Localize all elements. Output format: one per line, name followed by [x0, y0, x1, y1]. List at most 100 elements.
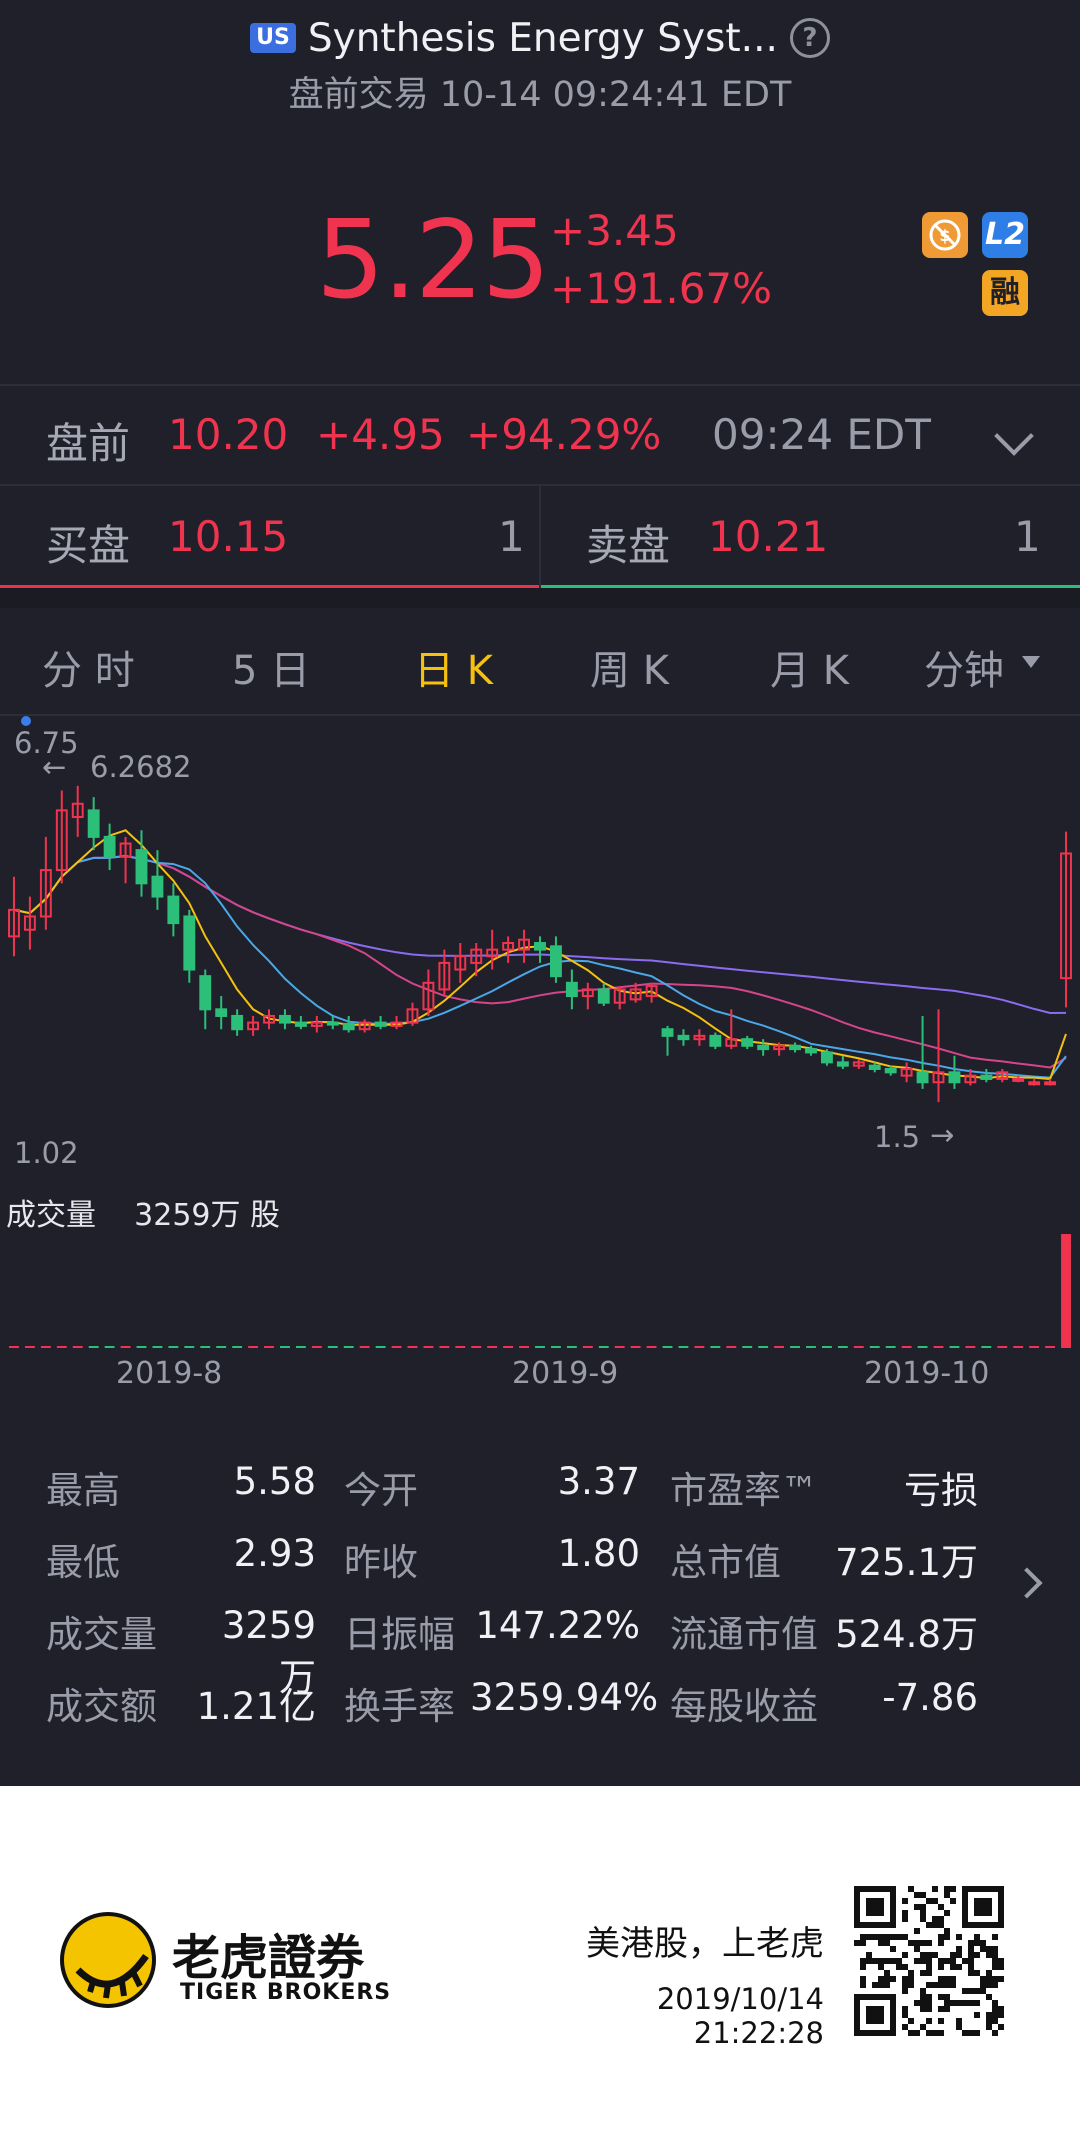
qr-module	[938, 1904, 944, 1910]
margin-badge[interactable]: 融	[982, 270, 1028, 316]
qr-module	[956, 1934, 962, 1940]
candle-body	[741, 1038, 754, 1047]
qr-module	[938, 2018, 944, 2024]
candle-body	[820, 1051, 833, 1064]
volume-bar	[806, 1346, 816, 1348]
qr-module	[866, 1934, 872, 1940]
candlestick-chart-svg[interactable]	[0, 714, 1080, 1374]
qr-module	[968, 1970, 974, 1976]
ask-price: 10.21	[708, 512, 829, 561]
stat-label: 换手率	[344, 1685, 455, 1728]
stat-value: 5.58	[233, 1460, 316, 1503]
volume-bar	[327, 1346, 338, 1348]
qr-module	[944, 1886, 950, 1892]
premarket-time: 09:24 EDT	[712, 410, 931, 459]
qr-module	[908, 1982, 914, 1988]
quote-stats-grid[interactable]: 最高 5.58 今开 3.37 市盈率™ 亏损 最低 2.93 昨收 1.80 …	[0, 1450, 1080, 1750]
tab-weekly-k[interactable]: 周 K	[590, 638, 669, 696]
qr-module	[926, 1952, 932, 1958]
level2-badge[interactable]: L2	[982, 212, 1028, 258]
qr-module	[920, 1916, 926, 1922]
qr-module	[956, 2000, 962, 2006]
candlestick-chart[interactable]: 6.75 ← 6.2682 1.02 1.5 →	[0, 714, 1080, 1374]
candle-body	[661, 1028, 674, 1037]
qr-module	[962, 1988, 968, 1994]
tab-minute[interactable]: 分钟	[924, 638, 1004, 696]
stock-detail-screen: US Synthesis Energy Syst... ? 盘前交易 10-14…	[0, 0, 1080, 1786]
divider	[0, 384, 1080, 386]
high-marker: 6.2682	[90, 750, 192, 784]
dropdown-triangle-icon[interactable]	[1022, 656, 1040, 668]
qr-module	[992, 1982, 998, 1988]
qr-module	[860, 1958, 866, 1964]
qr-module	[956, 2024, 962, 2030]
candle-body	[805, 1048, 817, 1054]
qr-module	[920, 1904, 926, 1910]
qr-module	[902, 1952, 908, 1958]
ask-size: 1	[1014, 512, 1041, 561]
qr-module	[980, 1940, 986, 1946]
tab-monthly-k[interactable]: 月 K	[770, 638, 849, 696]
qr-module	[950, 1964, 956, 1970]
tab-5day[interactable]: 5 日	[232, 638, 310, 696]
qr-module	[938, 1976, 944, 1982]
premarket-row[interactable]: 盘前 10.20 +4.95 +94.29% 09:24 EDT	[0, 388, 1080, 484]
candle-body	[980, 1074, 993, 1080]
volume-bar	[646, 1346, 657, 1348]
qr-module	[878, 1982, 884, 1988]
stat-value: 1.21亿	[196, 1685, 316, 1728]
candle-body	[868, 1064, 881, 1071]
qr-module	[908, 2018, 914, 2024]
qr-module	[920, 1940, 926, 1946]
volume-bar	[232, 1346, 243, 1348]
qr-module	[884, 1934, 890, 1940]
volume-bar	[343, 1346, 354, 1348]
qr-module	[902, 1982, 908, 1988]
volume-bar	[1045, 1346, 1056, 1348]
qr-module	[968, 1964, 974, 1970]
qr-module	[974, 1952, 980, 1958]
volume-bar	[1029, 1346, 1040, 1348]
qr-module	[932, 2030, 938, 2036]
candle-body	[916, 1071, 929, 1084]
share-timestamp: 2019/10/14 21:22:28	[656, 1982, 824, 2050]
qr-module	[998, 1964, 1004, 1970]
stat-value: 147.22%	[475, 1604, 640, 1647]
qr-module	[926, 1994, 932, 2000]
question-circle-icon[interactable]: ?	[789, 18, 830, 58]
qr-module	[902, 1910, 908, 1916]
volume-bar	[662, 1346, 673, 1348]
qr-module	[998, 1976, 1004, 1982]
qr-module	[932, 1886, 938, 1892]
volume-bar	[853, 1346, 864, 1348]
volume-bar	[104, 1346, 115, 1348]
qr-module	[908, 1976, 914, 1982]
volume-bar	[359, 1346, 370, 1348]
qr-module	[938, 1982, 944, 1988]
qr-module	[926, 1898, 932, 1904]
volume-bar	[949, 1346, 960, 1348]
qr-module	[998, 2024, 1004, 2030]
no-commission-icon[interactable]: $	[922, 212, 968, 258]
volume-title: 成交量	[6, 1198, 96, 1233]
qr-module	[914, 1940, 920, 1946]
volume-bar	[758, 1346, 769, 1348]
volume-bar	[264, 1346, 274, 1348]
right-arrow-icon: →	[930, 1118, 955, 1152]
qr-module	[992, 2006, 998, 2012]
x-label-sep: 2019-9	[512, 1356, 619, 1391]
volume-bar	[535, 1346, 545, 1348]
volume-bar	[678, 1346, 689, 1348]
brand-name-cn: 老虎證券	[172, 1930, 365, 1986]
qr-module	[986, 1994, 992, 2000]
stock-title[interactable]: Synthesis Energy Syst...	[308, 16, 778, 61]
tab-intraday[interactable]: 分 时	[42, 638, 135, 696]
volume-bar	[997, 1346, 1008, 1348]
tab-daily-k[interactable]: 日 K	[414, 638, 493, 696]
qr-module	[944, 1910, 950, 1916]
qr-module	[920, 1910, 926, 1916]
premarket-price: 10.20	[168, 410, 289, 459]
stat-label: 成交额	[46, 1685, 157, 1728]
volume-bar	[391, 1346, 402, 1348]
qr-module	[878, 1964, 884, 1970]
